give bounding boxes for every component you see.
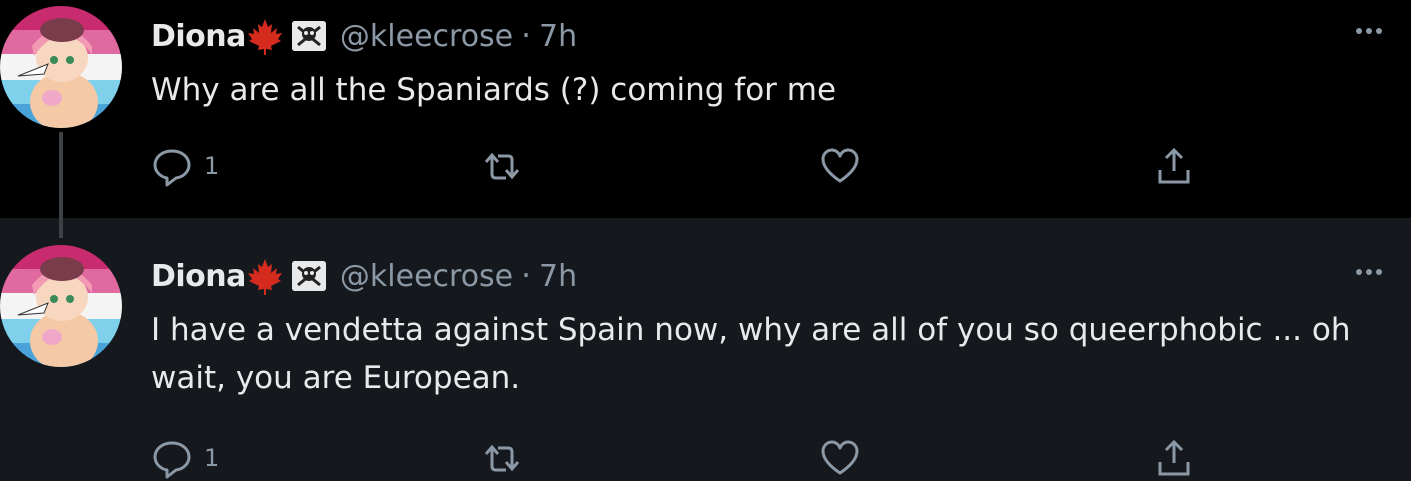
tweet-actions: 1 (150, 436, 1210, 480)
heart-icon (821, 148, 859, 183)
share-button[interactable] (1152, 144, 1196, 188)
more-options-icon[interactable] (1349, 257, 1389, 287)
skull-crossbones-icon (291, 21, 326, 51)
retweet-icon (484, 152, 520, 180)
timestamp[interactable]: 7h (539, 259, 577, 294)
avatar[interactable] (0, 245, 122, 367)
skull-crossbones-icon (291, 261, 326, 291)
more-options-icon[interactable] (1349, 16, 1389, 46)
retweet-button[interactable] (480, 436, 524, 480)
heart-icon (821, 440, 859, 475)
display-name[interactable]: Diona (151, 19, 246, 54)
timestamp[interactable]: 7h (539, 19, 577, 54)
reply-count: 1 (204, 444, 220, 472)
reply-icon (153, 149, 191, 187)
user-handle[interactable]: @kleecrose (340, 19, 513, 54)
user-handle[interactable]: @kleecrose (340, 259, 513, 294)
reply-count: 1 (204, 152, 220, 180)
thread-connector-line (59, 218, 63, 238)
tweet[interactable]: Diona @kleecrose · 7h Why are all the Sp… (0, 0, 1411, 218)
share-icon (1158, 439, 1190, 476)
tweet-text: Why are all the Spaniards (?) coming for… (151, 72, 837, 108)
retweet-button[interactable] (480, 144, 524, 188)
like-button[interactable] (818, 144, 862, 188)
tweet-header: Diona @kleecrose · 7h (151, 256, 577, 296)
retweet-icon (484, 444, 520, 472)
separator: · (521, 258, 531, 294)
share-icon (1158, 147, 1190, 184)
share-button[interactable] (1152, 436, 1196, 480)
reply-button[interactable]: 1 (150, 436, 219, 480)
separator: · (521, 18, 531, 54)
thread-connector-line (59, 132, 63, 218)
canada-flag-icon (244, 16, 286, 56)
like-button[interactable] (818, 436, 862, 480)
tweet[interactable]: Diona @kleecrose · 7h I have a vendetta … (0, 218, 1411, 481)
display-name[interactable]: Diona (151, 259, 246, 294)
avatar[interactable] (0, 6, 122, 128)
canada-flag-icon (244, 256, 286, 296)
reply-button[interactable]: 1 (150, 144, 219, 188)
tweet-header: Diona @kleecrose · 7h (151, 16, 577, 56)
tweet-actions: 1 (150, 144, 1210, 188)
reply-icon (153, 441, 191, 479)
tweet-text: I have a vendetta against Spain now, why… (151, 312, 1351, 396)
